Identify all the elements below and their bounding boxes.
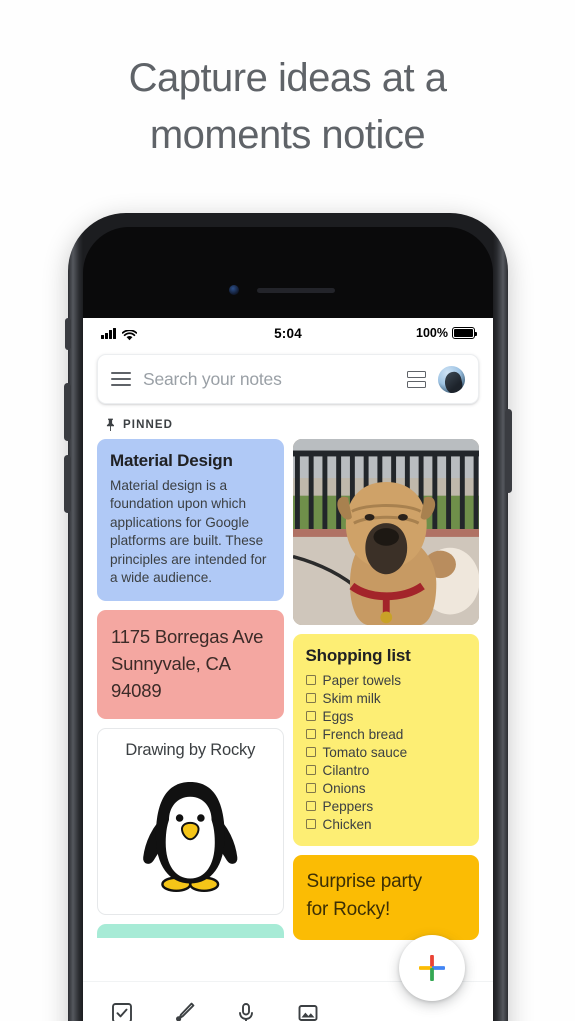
note-title: Shopping list	[305, 646, 411, 665]
note-address[interactable]: 1175 Borregas Ave Sunnyvale, CA 94089	[97, 610, 284, 720]
notes-column-right: Shopping list Paper towels Skim milk Egg…	[292, 439, 479, 940]
battery-full-icon	[452, 327, 478, 339]
earpiece-speaker	[257, 288, 335, 293]
checkbox[interactable]	[305, 711, 316, 721]
checkbox[interactable]	[305, 819, 316, 829]
status-time: 5:04	[274, 325, 302, 341]
pinned-label: PINNED	[123, 418, 174, 431]
note-body-line-2: for Rocky!	[306, 899, 391, 920]
list-item-label: Tomato sauce	[322, 744, 408, 760]
list-item-label: Peppers	[322, 798, 374, 814]
note-body: 1175 Borregas Ave Sunnyvale, CA 94089	[111, 626, 264, 702]
plus-icon	[419, 955, 445, 981]
page-title: Capture ideas at a moments notice	[0, 50, 575, 164]
list-view-toggle-icon[interactable]	[407, 370, 426, 388]
power-button[interactable]	[505, 409, 512, 493]
status-bar: 5:04 100%	[83, 318, 493, 348]
list-item[interactable]: Eggs	[305, 707, 467, 725]
checkbox[interactable]	[305, 675, 316, 685]
dog-photo	[292, 439, 479, 625]
list-item[interactable]: Onions	[305, 779, 467, 797]
list-item-label: French bread	[322, 726, 404, 742]
list-item-label: Skim milk	[322, 690, 381, 706]
list-item-label: Paper towels	[322, 672, 402, 688]
checkbox[interactable]	[305, 729, 316, 739]
notes-grid: Material Design Material design is a fou…	[83, 439, 493, 940]
hamburger-menu-icon[interactable]	[111, 371, 131, 387]
note-body: Material design is a foundation upon whi…	[110, 478, 267, 586]
create-note-fab[interactable]	[399, 935, 465, 1001]
list-item[interactable]: Tomato sauce	[305, 743, 467, 761]
checkbox[interactable]	[305, 783, 316, 793]
search-bar-container: Search your notes	[83, 348, 493, 404]
penguin-drawing	[143, 782, 238, 893]
pin-icon	[105, 418, 116, 431]
account-avatar[interactable]	[438, 365, 465, 393]
note-shopping-list[interactable]: Shopping list Paper towels Skim milk Egg…	[292, 634, 479, 846]
note-drawing[interactable]: Drawing by Rocky	[97, 728, 284, 916]
note-title: Material Design	[110, 451, 233, 470]
checkbox[interactable]	[305, 693, 316, 703]
note-body-line-1: Surprise party	[306, 871, 423, 892]
note-surprise-party[interactable]: Surprise party for Rocky!	[292, 855, 479, 940]
new-drawing-icon[interactable]	[153, 1001, 215, 1021]
new-voice-note-icon[interactable]	[215, 1002, 277, 1021]
note-dog-photo[interactable]	[292, 439, 479, 625]
list-item-label: Onions	[322, 780, 366, 796]
new-image-note-icon[interactable]	[277, 1002, 339, 1021]
phone-mockup: 5:04 100% Search your notes PINNED Mater…	[64, 213, 512, 1021]
list-item[interactable]: Skim milk	[305, 689, 467, 707]
search-bar[interactable]: Search your notes	[97, 354, 479, 404]
list-item-label: Chicken	[322, 816, 372, 832]
note-teal-partial[interactable]	[97, 924, 284, 939]
list-item[interactable]: French bread	[305, 725, 467, 743]
list-item[interactable]: Cilantro	[305, 761, 467, 779]
checkbox[interactable]	[305, 765, 316, 775]
checkbox[interactable]	[305, 801, 316, 811]
checkbox[interactable]	[305, 747, 316, 757]
note-title: Drawing by Rocky	[125, 741, 256, 760]
volume-down-button[interactable]	[64, 455, 71, 513]
app-screen: 5:04 100% Search your notes PINNED Mater…	[83, 318, 493, 1021]
front-camera-icon	[229, 285, 239, 295]
notes-column-left: Material Design Material design is a fou…	[97, 439, 284, 940]
list-item[interactable]: Peppers	[305, 797, 467, 815]
silent-switch[interactable]	[65, 318, 71, 350]
list-item[interactable]: Paper towels	[305, 671, 467, 689]
list-item-label: Eggs	[322, 708, 354, 724]
pinned-section-header: PINNED	[83, 404, 493, 439]
headline-line-1: Capture ideas at a	[128, 56, 447, 100]
new-checklist-icon[interactable]	[91, 1002, 153, 1021]
note-material-design[interactable]: Material Design Material design is a fou…	[97, 439, 284, 602]
volume-up-button[interactable]	[64, 383, 71, 441]
headline-line-2: moments notice	[149, 113, 426, 157]
list-item[interactable]: Chicken	[305, 815, 467, 833]
screenshot-root: Capture ideas at a moments notice 5:04 1…	[0, 0, 575, 1021]
search-input[interactable]: Search your notes	[143, 369, 395, 390]
shopping-items: Paper towels Skim milk Eggs French bread…	[305, 671, 467, 833]
list-item-label: Cilantro	[322, 762, 370, 778]
